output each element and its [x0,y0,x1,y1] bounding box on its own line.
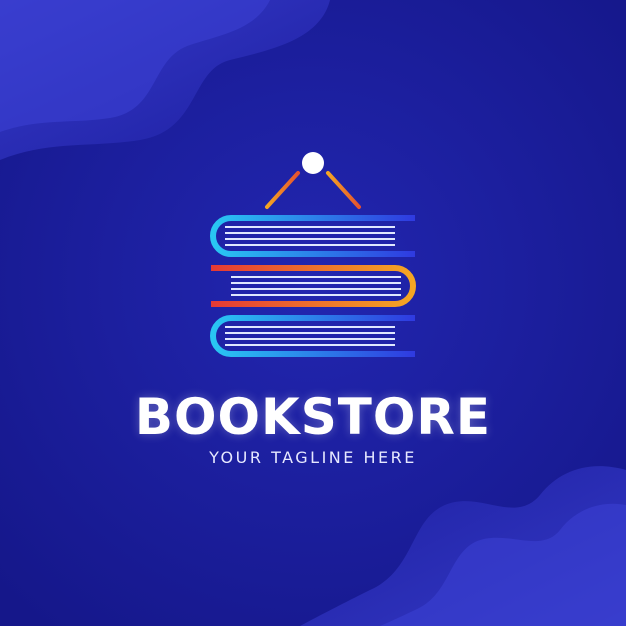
book-top [210,215,415,257]
logo-canvas: BOOKSTORE YOUR TAGLINE HERE [0,0,626,626]
stacked-books-icon [210,152,416,357]
hanger [265,152,361,209]
book-middle [211,265,416,307]
hanger-knob [302,152,324,174]
tagline: YOUR TAGLINE HERE [209,448,417,467]
brand-name: BOOKSTORE [134,388,492,446]
book-bottom [210,315,415,357]
